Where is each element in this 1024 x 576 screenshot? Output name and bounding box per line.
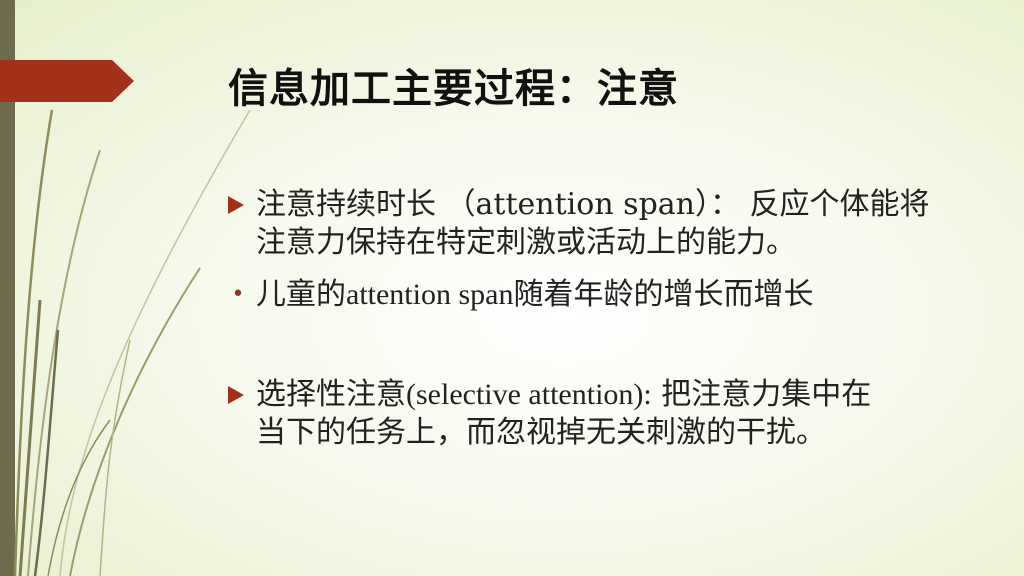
bullet-children-attention: • 儿童的attention span随着年龄的增长而增长 (228, 276, 988, 314)
bullet-text-part: 选择性注意 (256, 377, 406, 412)
bullet-line: 选择性注意(selective attention): 把注意力集中在 (228, 376, 988, 414)
bullet-line: 注意持续时长 （attention span）： 反应个体能将 (256, 187, 930, 222)
bullet-line: 当下的任务上，而忽视掉无关刺激的干扰。 (256, 415, 826, 450)
bullet-text-part: 把注意力集中在 (651, 377, 872, 412)
bullet-line: 注意力保持在特定刺激或活动上的能力。 (256, 225, 796, 260)
bullet-text-latin: attention span (346, 278, 514, 311)
bullet-text-part: 儿童的 (256, 277, 346, 312)
bullet-line: 儿童的attention span随着年龄的增长而增长 (228, 276, 988, 314)
bullet-selective-attention: 选择性注意(selective attention): 把注意力集中在 当下的任… (228, 376, 988, 452)
bullet-text-latin: (selective attention): (406, 378, 652, 411)
title-arrow-marker (0, 60, 134, 102)
dot-bullet-icon: • (231, 282, 245, 307)
bullet-text-part: 随着年龄的增长而增长 (513, 277, 814, 312)
arrow-bullet-icon (228, 386, 244, 404)
bullet-attention-span: 注意持续时长 （attention span）： 反应个体能将 注意力保持在特定… (228, 186, 988, 262)
slide-content: 注意持续时长 （attention span）： 反应个体能将 注意力保持在特定… (228, 186, 988, 452)
slide-title: 信息加工主要过程：注意 (228, 65, 679, 112)
arrow-bullet-icon (228, 196, 244, 214)
